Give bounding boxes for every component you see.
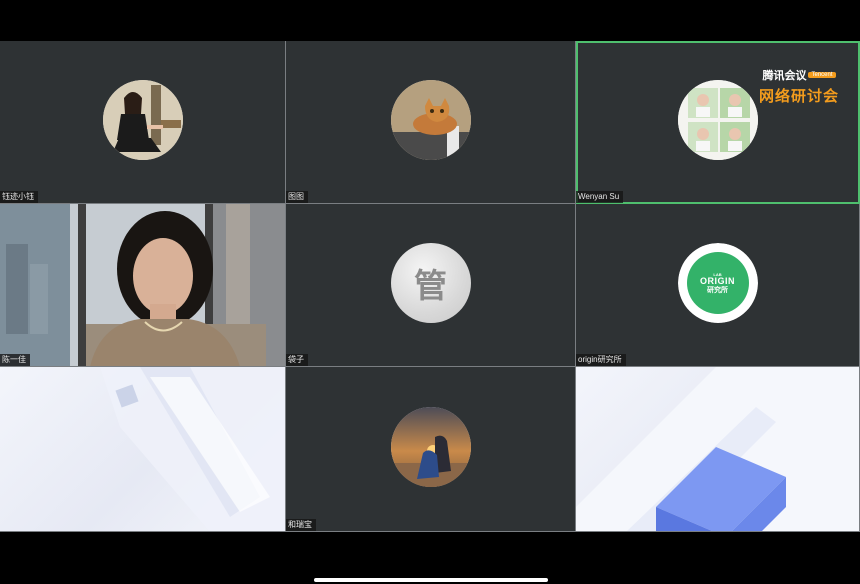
participant-video: [0, 204, 285, 366]
video-grid: 钰迹小钰 图图 腾讯会议 Tencent 网络研讨会 Wenyan Su 陈一佳…: [0, 41, 860, 532]
empty-tile-background: [576, 367, 860, 532]
origin-logo: LAB ORIGIN 研究所: [677, 243, 758, 323]
participant-name: Wenyan Su: [576, 191, 624, 203]
participant-tile[interactable]: 和瑞宝: [286, 367, 576, 532]
origin-logo-cn: 研究所: [707, 286, 728, 294]
participant-name: 陈一佳: [0, 354, 30, 366]
participant-avatar: 管: [390, 243, 471, 323]
event-title: 网络研讨会: [758, 88, 839, 105]
participant-name: origin研究所: [576, 354, 626, 366]
participant-tile[interactable]: 管 袋子: [286, 204, 576, 367]
participant-avatar: LAB ORIGIN 研究所: [677, 243, 758, 323]
participant-avatar: [677, 80, 758, 160]
empty-tile-background: [0, 367, 286, 532]
participant-avatar: [102, 80, 183, 160]
participant-tile-active-speaker[interactable]: 腾讯会议 Tencent 网络研讨会 Wenyan Su: [576, 41, 860, 204]
participant-name: 图图: [286, 191, 308, 203]
abstract-background: [100, 367, 285, 531]
participant-name: 袋子: [286, 354, 308, 366]
origin-logo-text: ORIGIN: [699, 275, 735, 286]
app-badge: Tencent: [808, 71, 836, 78]
home-indicator[interactable]: [314, 578, 548, 582]
participant-avatar: [390, 80, 471, 160]
app-brand: 腾讯会议: [762, 70, 807, 82]
participant-tile-video[interactable]: 陈一佳: [0, 204, 286, 367]
participant-tile[interactable]: 钰迹小钰: [0, 41, 286, 204]
participant-avatar: [390, 407, 471, 487]
participant-name: 钰迹小钰: [0, 191, 38, 203]
tencent-meeting-logo: 腾讯会议 Tencent 网络研讨会: [759, 66, 839, 106]
abstract-background: [576, 367, 859, 531]
participant-tile[interactable]: 图图: [286, 41, 576, 204]
participant-name: 和瑞宝: [286, 519, 316, 531]
participant-tile[interactable]: LAB ORIGIN 研究所 origin研究所: [576, 204, 860, 367]
